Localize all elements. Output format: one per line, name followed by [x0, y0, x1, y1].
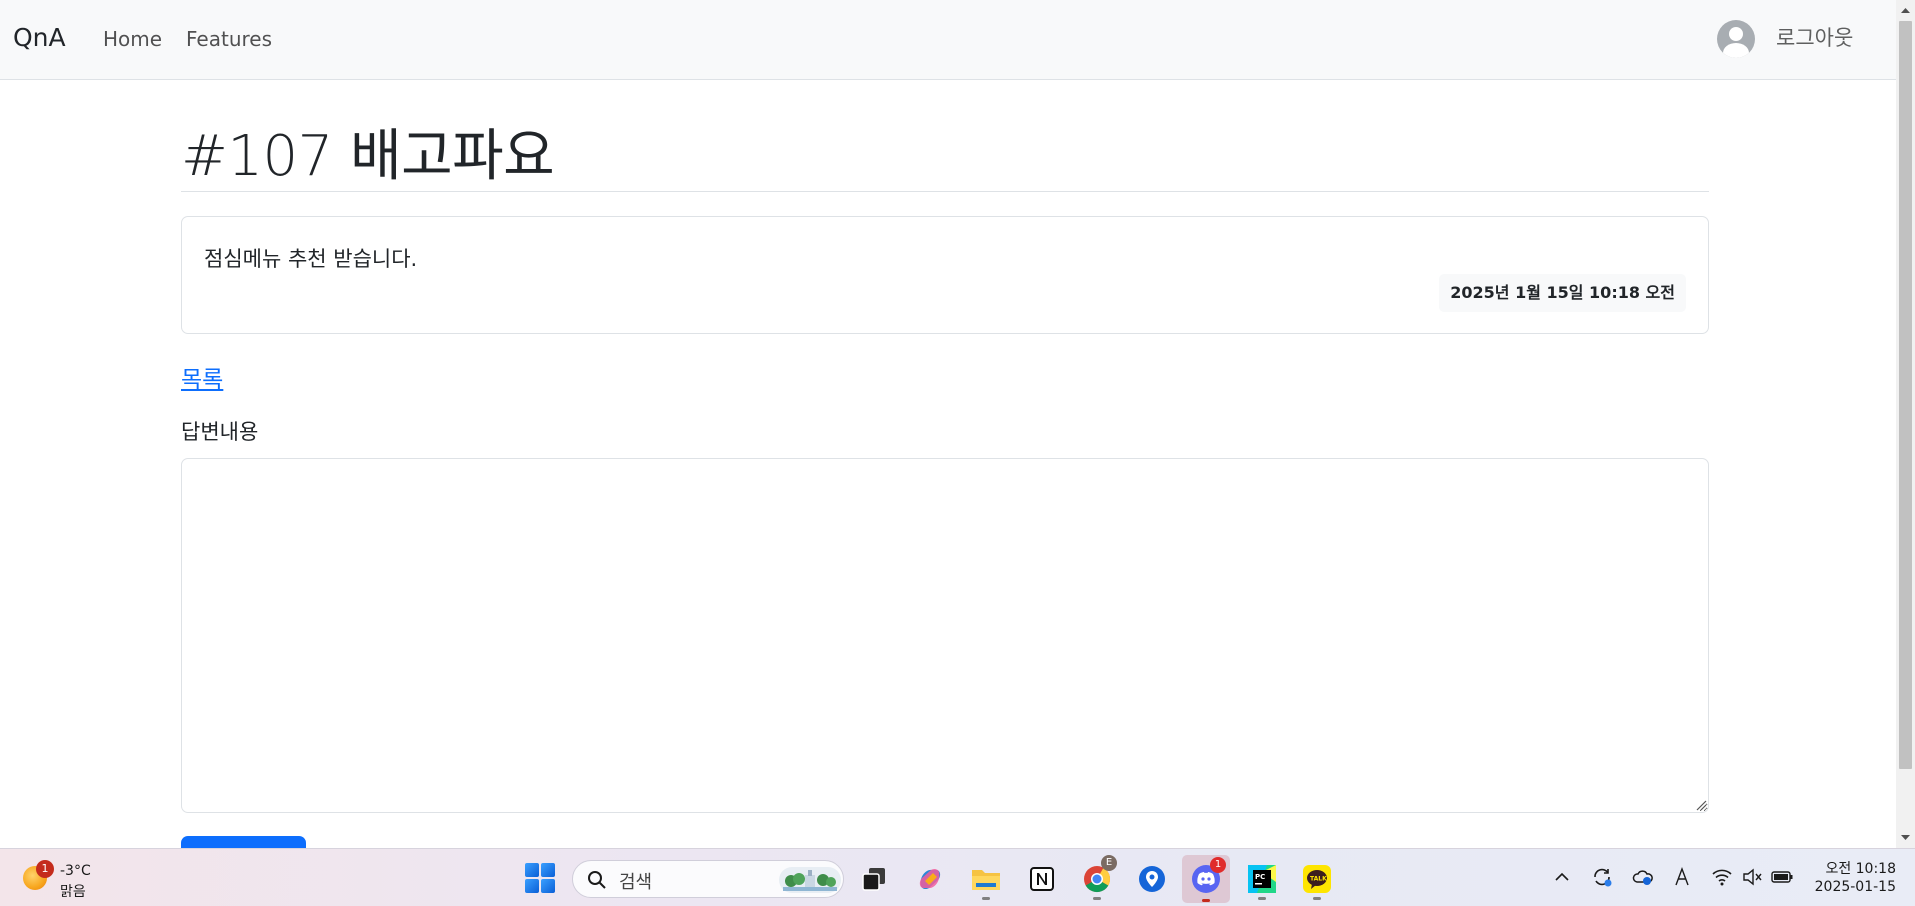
list-link[interactable]: 목록 — [181, 360, 223, 394]
taskbar-search-box[interactable]: 검색 — [572, 860, 844, 898]
discord-notification-badge: 1 — [1210, 857, 1226, 873]
ime-language-icon[interactable] — [1671, 866, 1693, 888]
scrollbar-thumb[interactable] — [1899, 21, 1912, 769]
discord-running-indicator — [1202, 899, 1210, 902]
question-date-badge: 2025년 1월 15일 10:18 오전 — [1439, 274, 1686, 312]
kakaotalk-icon[interactable]: TALK — [1299, 861, 1335, 900]
search-placeholder: 검색 — [619, 872, 653, 893]
navbar: QnA Home Features 로그아웃 — [0, 0, 1896, 80]
task-view-icon[interactable] — [856, 861, 892, 897]
file-explorer-icon[interactable] — [968, 861, 1004, 900]
avatar[interactable] — [1717, 20, 1755, 58]
logout-link[interactable]: 로그아웃 — [1776, 22, 1853, 52]
browser-area: QnA Home Features 로그아웃 #107 배고파요 점심메뉴 추천… — [0, 0, 1915, 848]
question-content: 점심메뉴 추천 받습니다. — [204, 247, 418, 271]
chevron-up-icon[interactable] — [1551, 866, 1573, 888]
kakaotalk-running-indicator — [1313, 897, 1321, 900]
location-app-icon[interactable] — [1134, 861, 1170, 897]
weather-notification-badge: 1 — [36, 860, 54, 878]
avatar-body — [1723, 43, 1749, 58]
svg-text:PC: PC — [1255, 873, 1265, 881]
resize-grip-icon[interactable] — [1695, 799, 1707, 811]
svg-text:TALK: TALK — [1310, 876, 1327, 883]
sync-icon[interactable] — [1591, 866, 1613, 888]
chrome-profile-badge: E — [1101, 855, 1117, 871]
answer-label: 답변내용 — [181, 420, 259, 444]
taskbar: 1 -3°C 맑음 검색 E 1 PC TALK 오전 10:18 2025-0… — [0, 848, 1915, 906]
search-icon — [588, 871, 606, 889]
taskbar-clock-time[interactable]: 오전 10:18 — [1816, 858, 1896, 878]
pycharm-running-indicator — [1258, 897, 1266, 900]
page-viewport: QnA Home Features 로그아웃 #107 배고파요 점심메뉴 추천… — [0, 0, 1896, 848]
wifi-icon[interactable] — [1711, 866, 1733, 888]
chrome-running-indicator — [1093, 897, 1101, 900]
avatar-head — [1729, 27, 1743, 41]
weather-temperature: -3°C — [60, 863, 91, 879]
question-card: 점심메뉴 추천 받습니다. 2025년 1월 15일 10:18 오전 — [181, 216, 1709, 334]
title-divider — [181, 191, 1709, 192]
page-title: #107 배고파요 — [181, 124, 555, 189]
discord-icon[interactable]: 1 — [1182, 855, 1230, 903]
chrome-icon[interactable]: E — [1079, 855, 1117, 900]
windows-start-icon[interactable] — [525, 863, 555, 893]
brand-link[interactable]: QnA — [13, 23, 66, 52]
search-highlight-illustration-icon — [779, 867, 841, 893]
pycharm-icon[interactable]: PC — [1244, 861, 1280, 900]
answer-textarea[interactable] — [181, 458, 1709, 813]
scroll-down-arrow-icon[interactable] — [1896, 829, 1915, 846]
battery-icon[interactable] — [1771, 866, 1793, 888]
notion-icon[interactable] — [1024, 861, 1060, 897]
taskbar-clock-date[interactable]: 2025-01-15 — [1806, 879, 1896, 895]
nav-link-home[interactable]: Home — [103, 27, 162, 51]
weather-condition: 맑음 — [60, 884, 86, 900]
nav-link-features[interactable]: Features — [186, 27, 272, 51]
copilot-icon[interactable] — [912, 861, 948, 897]
speaker-muted-icon[interactable] — [1741, 866, 1763, 888]
weather-widget[interactable]: 1 -3°C 맑음 — [20, 859, 120, 900]
scroll-up-arrow-icon[interactable] — [1896, 2, 1915, 19]
submit-answer-button[interactable] — [181, 836, 306, 848]
file-explorer-running-indicator — [982, 897, 990, 900]
cloud-security-icon[interactable] — [1632, 866, 1654, 888]
vertical-scrollbar[interactable] — [1896, 0, 1915, 848]
